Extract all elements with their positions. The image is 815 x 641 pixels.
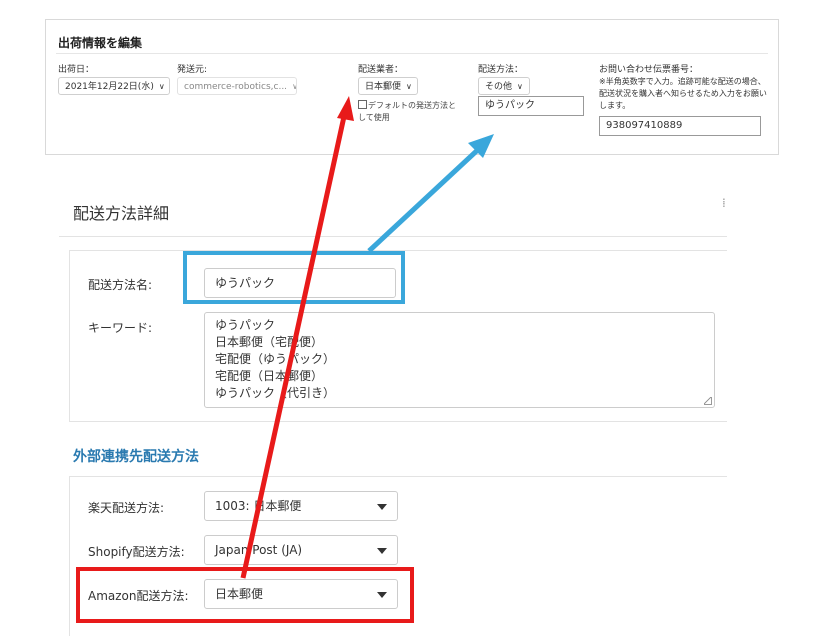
shopify-value: Japan Post (JA) [215,543,303,557]
caret-down-icon [377,504,387,510]
method-label: 配送方法： [478,65,524,75]
method-select[interactable]: その他 ∨ [478,77,530,95]
origin-value: commerce-robotics,c... [184,82,288,92]
keyword-textarea[interactable]: ゆうパック 日本郵便（宅配便） 宅配便（ゆうパック） 宅配便（日本郵便） ゆうパ… [204,312,715,408]
ship-date-label: 出荷日： [58,65,95,75]
rakuten-label: 楽天配送方法: [88,501,165,515]
caret-down-icon [377,592,387,598]
external-section-title: 外部連携先配送方法 [73,449,199,465]
default-method-checkbox[interactable]: デフォルトの発送方法として使用 [358,100,458,124]
carrier-select[interactable]: 日本郵便 ∨ [358,77,418,95]
shipment-edit-panel: 出荷情報を編集 出荷日： 2021年12月22日(水) ∨ 発送元: commer… [45,19,779,155]
ship-date-select[interactable]: 2021年12月22日(水) ∨ [58,77,170,95]
chevron-down-icon: ∨ [517,82,523,91]
rakuten-value: 1003: 日本郵便 [215,499,302,513]
keyword-label: キーワード: [88,321,153,335]
chevron-down-icon: ∨ [292,82,296,91]
carrier-label: 配送業者： [358,65,404,75]
chevron-down-icon: ∨ [406,82,412,91]
method-name-input[interactable]: ゆうパック [478,96,584,116]
keyword-line: ゆうパック [215,318,276,332]
tracking-input[interactable]: 938097410889 [599,116,761,136]
keyword-line: ゆうパック（代引き） [215,386,336,400]
tracking-note: ※半角英数字で入力。追跡可能な配送の場合、配送状況を購入者へ知らせるため入力をお… [599,77,767,110]
amazon-select[interactable]: 日本郵便 [204,579,398,609]
divider [56,53,768,54]
shopify-label: Shopify配送方法: [88,545,185,559]
panel-title: 出荷情報を編集 [58,36,143,50]
resize-handle-icon[interactable] [704,397,712,405]
method-value: その他 [485,82,513,92]
carrier-value: 日本郵便 [365,82,402,92]
rakuten-select[interactable]: 1003: 日本郵便 [204,491,398,521]
chevron-down-icon: ∨ [158,82,165,91]
keyword-line: 日本郵便（宅配便） [215,335,324,349]
keyword-line: 宅配便（ゆうパック） [215,352,336,366]
divider [59,236,727,237]
shopify-select[interactable]: Japan Post (JA) [204,535,398,565]
amazon-label: Amazon配送方法: [88,589,189,603]
more-options-icon[interactable]: ⁞ [722,196,726,210]
tracking-label: お問い合わせ伝票番号： [599,65,699,75]
caret-down-icon [377,548,387,554]
ship-date-value: 2021年12月22日(水) [65,82,154,92]
method-name-label: 配送方法名: [88,278,153,292]
checkbox-box[interactable] [358,100,367,109]
amazon-value: 日本郵便 [215,587,264,601]
detail-title: 配送方法詳細 [73,204,170,223]
default-method-label: デフォルトの発送方法として使用 [358,101,456,122]
method-name-field[interactable]: ゆうパック [204,268,396,298]
keyword-line: 宅配便（日本郵便） [215,369,324,383]
origin-select[interactable]: commerce-robotics,c... ∨ [177,77,297,95]
origin-label: 発送元: [177,65,208,75]
